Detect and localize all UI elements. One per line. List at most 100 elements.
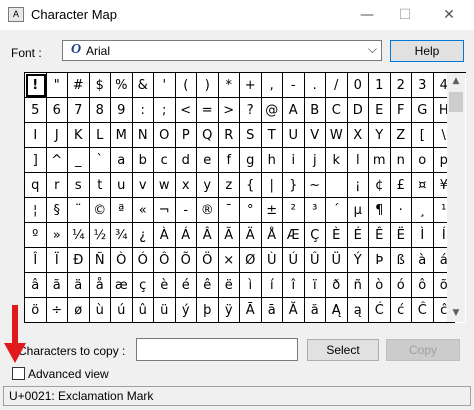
character-cell[interactable]: < [175,98,197,123]
character-cell[interactable]: ó [390,273,412,298]
character-cell[interactable]: ³ [304,198,326,223]
character-cell[interactable]: v [132,173,154,198]
character-cell[interactable]: @ [261,98,283,123]
character-cell[interactable]: ā [261,298,283,323]
select-button[interactable]: Select [307,339,379,361]
character-cell[interactable]: K [68,123,90,148]
character-cell[interactable]: O [154,123,176,148]
character-cell[interactable]: 6 [46,98,68,123]
character-cell[interactable]: Ñ [89,248,111,273]
character-cell[interactable]: Þ [369,248,391,273]
character-cell[interactable]: * [218,73,240,98]
character-cell[interactable]: Ć [369,298,391,323]
character-cell[interactable]: ´ [326,198,348,223]
chevron-down-icon[interactable]: ⌵ [368,42,377,57]
character-cell[interactable]: $ [89,73,111,98]
character-cell[interactable]: E [369,98,391,123]
character-cell[interactable]: I [25,123,47,148]
character-cell[interactable]: s [68,173,90,198]
character-cell[interactable]: à [412,248,434,273]
character-cell[interactable]: Ö [197,248,219,273]
character-cell[interactable]: w [154,173,176,198]
grid-scrollbar[interactable]: ▲ ▼ [447,73,465,322]
character-cell[interactable]: ñ [347,273,369,298]
character-cell[interactable]: a [111,148,133,173]
character-cell[interactable]: Ç [304,223,326,248]
character-cell[interactable]: x [175,173,197,198]
character-cell[interactable]: ø [68,298,90,323]
character-cell[interactable]: Ā [240,298,262,323]
character-cell[interactable]: ê [197,273,219,298]
character-cell[interactable]: B [304,98,326,123]
character-cell[interactable]: W [326,123,348,148]
character-cell[interactable]: Ò [111,248,133,273]
character-cell[interactable]: f [218,148,240,173]
character-cell[interactable]: k [326,148,348,173]
character-cell[interactable]: } [283,173,305,198]
character-cell[interactable]: £ [390,173,412,198]
character-cell[interactable]: ] [25,148,47,173]
character-cell[interactable]: Ë [390,223,412,248]
character-cell[interactable]: × [218,248,240,273]
character-cell[interactable]: r [46,173,68,198]
character-cell[interactable]: ¼ [68,223,90,248]
character-cell[interactable]: ă [304,298,326,323]
character-cell[interactable]: ° [240,198,262,223]
character-cell[interactable]: ; [154,98,176,123]
character-cell[interactable]: i [283,148,305,173]
character-cell[interactable]: Ú [283,248,305,273]
character-cell[interactable] [326,173,348,198]
character-cell[interactable]: 2 [390,73,412,98]
advanced-view-checkbox[interactable] [12,367,25,380]
character-cell[interactable]: - [175,198,197,223]
character-cell[interactable]: Ì [412,223,434,248]
character-cell[interactable]: b [132,148,154,173]
character-cell[interactable]: . [304,73,326,98]
character-cell[interactable]: ò [369,273,391,298]
character-cell[interactable]: ï [304,273,326,298]
character-cell[interactable]: Y [369,123,391,148]
character-cell[interactable]: î [283,273,305,298]
character-cell[interactable]: ? [240,98,262,123]
character-cell[interactable]: ù [89,298,111,323]
character-cell[interactable]: ½ [89,223,111,248]
character-cell[interactable]: ß [390,248,412,273]
character-cell[interactable]: ¾ [111,223,133,248]
character-cell[interactable]: c [154,148,176,173]
character-cell[interactable]: Ó [132,248,154,273]
character-cell[interactable]: ð [326,273,348,298]
character-cell[interactable]: Ã [218,223,240,248]
character-cell[interactable]: ® [197,198,219,223]
character-cell[interactable]: Û [304,248,326,273]
character-cell[interactable]: þ [197,298,219,323]
character-cell[interactable]: U [283,123,305,148]
character-cell[interactable]: d [175,148,197,173]
character-cell[interactable]: 8 [89,98,111,123]
character-cell[interactable]: & [132,73,154,98]
character-cell[interactable]: ä [68,273,90,298]
character-cell[interactable]: { [240,173,262,198]
character-cell[interactable]: N [132,123,154,148]
character-cell[interactable]: È [326,223,348,248]
character-cell[interactable]: § [46,198,68,223]
characters-to-copy-input[interactable] [136,338,298,361]
character-cell[interactable]: ú [111,298,133,323]
character-cell[interactable]: " [46,73,68,98]
character-cell[interactable]: 5 [25,98,47,123]
character-cell[interactable]: g [240,148,262,173]
character-cell[interactable]: Ï [46,248,68,273]
character-cell[interactable]: q [25,173,47,198]
character-cell[interactable]: z [218,173,240,198]
character-cell[interactable]: û [132,298,154,323]
character-cell[interactable]: ¸ [412,198,434,223]
character-cell[interactable]: / [326,73,348,98]
advanced-view-label[interactable]: Advanced view [28,367,109,381]
character-cell[interactable]: P [175,123,197,148]
character-cell[interactable]: ¯ [218,198,240,223]
character-cell[interactable]: Ą [326,298,348,323]
character-cell[interactable]: ± [261,198,283,223]
character-cell[interactable]: Ă [283,298,305,323]
character-cell[interactable]: ~ [304,173,326,198]
character-cell[interactable]: # [68,73,90,98]
font-dropdown[interactable]: O Arial ⌵ [62,40,382,61]
